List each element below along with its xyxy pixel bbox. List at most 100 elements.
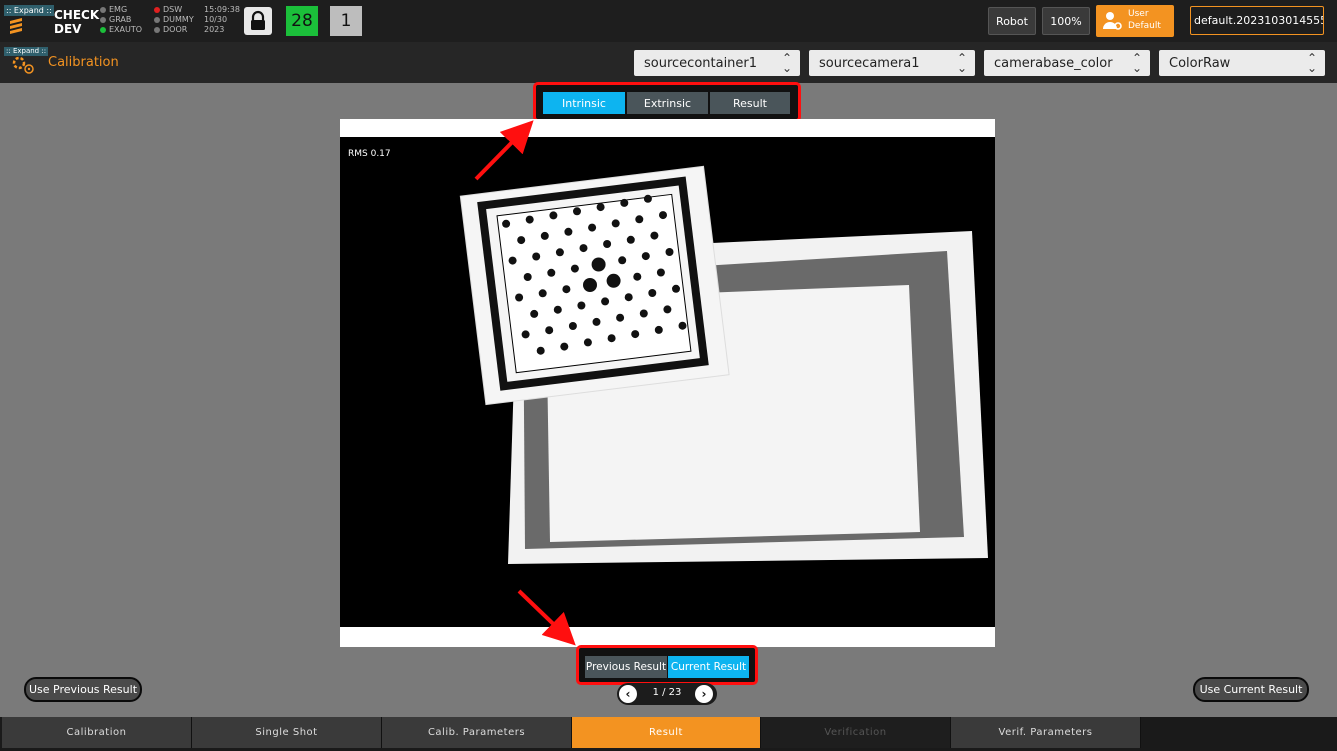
tab-result[interactable]: Result: [710, 92, 790, 114]
calibration-dot: [560, 342, 569, 351]
prev-page-button[interactable]: ‹: [619, 685, 637, 703]
calibration-dot: [654, 325, 663, 334]
calibration-dot: [502, 219, 511, 228]
bottom-tab-calib-parameters[interactable]: Calib. Parameters: [382, 717, 572, 748]
calibration-dot: [555, 248, 564, 257]
grab-indicator: [100, 16, 106, 23]
calibration-dot: [633, 272, 642, 281]
calibration-dot: [521, 330, 530, 339]
calibration-dot: [678, 321, 687, 330]
calibration-dot: [596, 203, 605, 212]
use-previous-result-button[interactable]: Use Previous Result: [24, 677, 142, 702]
color-mode-value: ColorRaw: [1169, 55, 1231, 71]
calibration-scene: [459, 165, 988, 564]
calibration-dot: [626, 235, 635, 244]
calibration-dot: [618, 256, 627, 265]
speed-button[interactable]: 100%: [1042, 7, 1090, 35]
lock-button[interactable]: [244, 7, 272, 35]
bottom-tab-single-shot[interactable]: Single Shot: [192, 717, 382, 748]
tab-intrinsic[interactable]: Intrinsic: [543, 92, 625, 114]
calibration-dot: [579, 244, 588, 253]
chevron-right-icon: ›: [701, 687, 707, 701]
bottom-tab-verification[interactable]: Verification: [761, 717, 951, 748]
counter-green[interactable]: 28: [286, 6, 318, 36]
calibration-dot: [532, 252, 541, 261]
calibration-dot: [517, 236, 526, 245]
calibration-dot: [606, 273, 621, 288]
calibration-dot: [641, 252, 650, 261]
calibration-dot: [573, 207, 581, 216]
calibration-dot: [562, 285, 571, 294]
calibration-dot: [549, 211, 558, 220]
source-camera-select[interactable]: sourcecamera1 ⌃ ⌄: [809, 50, 975, 76]
logo-icon: [10, 18, 22, 34]
next-page-button[interactable]: ›: [695, 685, 713, 703]
bottom-tab-result[interactable]: Result: [572, 717, 761, 748]
dummy-indicator: [154, 16, 160, 23]
source-camera-value: sourcecamera1: [819, 55, 920, 71]
bottom-tab-calibration[interactable]: Calibration: [2, 717, 192, 748]
user-sub-label: Default: [1128, 21, 1161, 31]
sub-header: :: Expand :: Calibration sourcecontainer…: [0, 42, 1337, 83]
updown-chevron-icon: ⌃ ⌄: [1306, 51, 1317, 75]
user-button[interactable]: User Default: [1096, 5, 1174, 37]
calibration-dot: [616, 313, 625, 322]
calibration-dot: [577, 301, 586, 310]
exauto-indicator: [100, 26, 106, 33]
chevron-left-icon: ‹: [625, 687, 631, 701]
calibration-dot: [583, 338, 592, 347]
view-tab-group: Intrinsic Extrinsic Result: [533, 82, 801, 122]
bottom-tab-verif-parameters[interactable]: Verif. Parameters: [951, 717, 1141, 748]
use-current-result-button[interactable]: Use Current Result: [1193, 677, 1309, 702]
rms-label: RMS 0.17: [348, 149, 391, 159]
calibration-dot: [620, 198, 629, 207]
source-container-select[interactable]: sourcecontainer1 ⌃ ⌄: [634, 50, 800, 76]
previous-result-toggle[interactable]: Previous Result: [585, 656, 667, 678]
page-indicator: 1 / 23: [652, 687, 682, 698]
current-result-toggle[interactable]: Current Result: [668, 656, 749, 678]
calibration-dot: [523, 273, 532, 281]
calibration-dot: [643, 194, 652, 203]
counter-gray[interactable]: 1: [330, 6, 362, 36]
camera-base-select[interactable]: camerabase_color ⌃ ⌄: [984, 50, 1150, 76]
calibration-dot: [592, 317, 601, 326]
calibration-dot: [635, 215, 644, 224]
calibration-dot: [545, 326, 554, 335]
project-button[interactable]: default.2023103014555...: [1190, 6, 1324, 35]
robot-button[interactable]: Robot: [988, 7, 1036, 35]
calibration-dot: [583, 278, 597, 292]
calibration-dot: [508, 256, 517, 265]
calibration-dot: [665, 248, 674, 256]
expand-tag[interactable]: :: Expand ::: [4, 5, 54, 16]
calibration-gear-icon: [12, 56, 34, 74]
calibration-dot: [601, 297, 610, 306]
exauto-label: EXAUTO: [109, 25, 143, 34]
calibration-dot: [611, 219, 620, 228]
dev-label: DEV: [54, 22, 82, 36]
calibration-dot: [530, 309, 539, 318]
calibration-dot: [540, 231, 549, 240]
camera-base-value: camerabase_color: [994, 55, 1113, 71]
calibration-dot: [631, 330, 640, 339]
tab-extrinsic[interactable]: Extrinsic: [627, 92, 708, 114]
calibration-dot: [672, 284, 680, 293]
date-label: 10/30: [204, 15, 228, 24]
calibration-image: 2023-10-30T14:58:19 RMS 0.17: [340, 128, 995, 627]
emg-label: EMG: [109, 5, 128, 14]
calibration-dot: [536, 346, 545, 355]
calibration-dot: [607, 334, 616, 343]
image-timestamp: 2023-10-30T14:58:19: [348, 128, 457, 138]
calibration-dot: [553, 305, 562, 314]
calibration-dot: [570, 264, 579, 273]
expand-tag-secondary[interactable]: :: Expand ::: [4, 47, 49, 56]
calibration-dot: [639, 309, 648, 318]
bottom-tab-bar: Calibration Single Shot Calib. Parameter…: [0, 717, 1337, 751]
user-label: User: [1128, 9, 1149, 19]
calibration-dot: [648, 289, 657, 297]
calibration-dot: [568, 322, 577, 330]
door-indicator: [154, 26, 160, 33]
status-column-1: EMG GRAB EXAUTO: [100, 5, 142, 35]
calibration-dot: [564, 227, 573, 236]
calibration-dot: [588, 223, 597, 232]
color-mode-select[interactable]: ColorRaw ⌃ ⌄: [1159, 50, 1325, 76]
